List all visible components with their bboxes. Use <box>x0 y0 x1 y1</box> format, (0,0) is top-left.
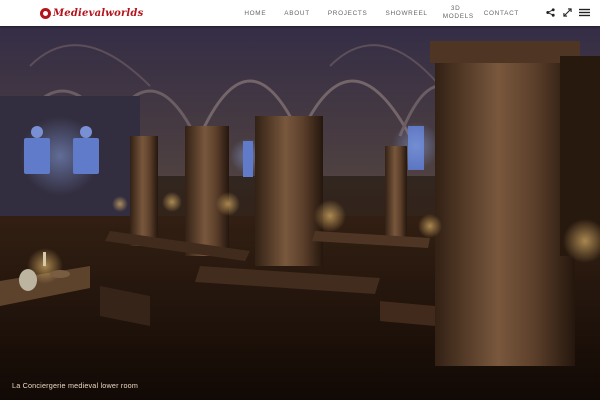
share-icon[interactable] <box>545 7 556 18</box>
logo-mark-icon <box>40 7 51 19</box>
nav-3d-models[interactable]: 3D MODELS <box>437 5 475 21</box>
nav-about[interactable]: ABOUT <box>275 10 319 17</box>
hall-illustration <box>0 26 600 400</box>
menu-icon[interactable] <box>579 7 590 18</box>
nav-projects[interactable]: PROJECTS <box>319 10 377 17</box>
image-caption: La Conciergerie medieval lower room <box>12 381 139 390</box>
nav-contact[interactable]: CONTACT <box>475 10 528 17</box>
fullscreen-icon[interactable] <box>562 7 573 18</box>
nav-home[interactable]: HOME <box>235 10 275 17</box>
main-nav: HOME ABOUT PROJECTS SHOWREEL 3D MODELS C… <box>235 0 528 26</box>
hero-image: La Conciergerie medieval lower room <box>0 26 600 400</box>
logo-text: Medievalworlds <box>53 7 144 19</box>
site-logo[interactable]: Medievalworlds <box>40 6 143 20</box>
header-tools <box>539 7 590 18</box>
nav-showreel[interactable]: SHOWREEL <box>377 10 437 17</box>
site-header: Medievalworlds HOME ABOUT PROJECTS SHOWR… <box>0 0 600 26</box>
